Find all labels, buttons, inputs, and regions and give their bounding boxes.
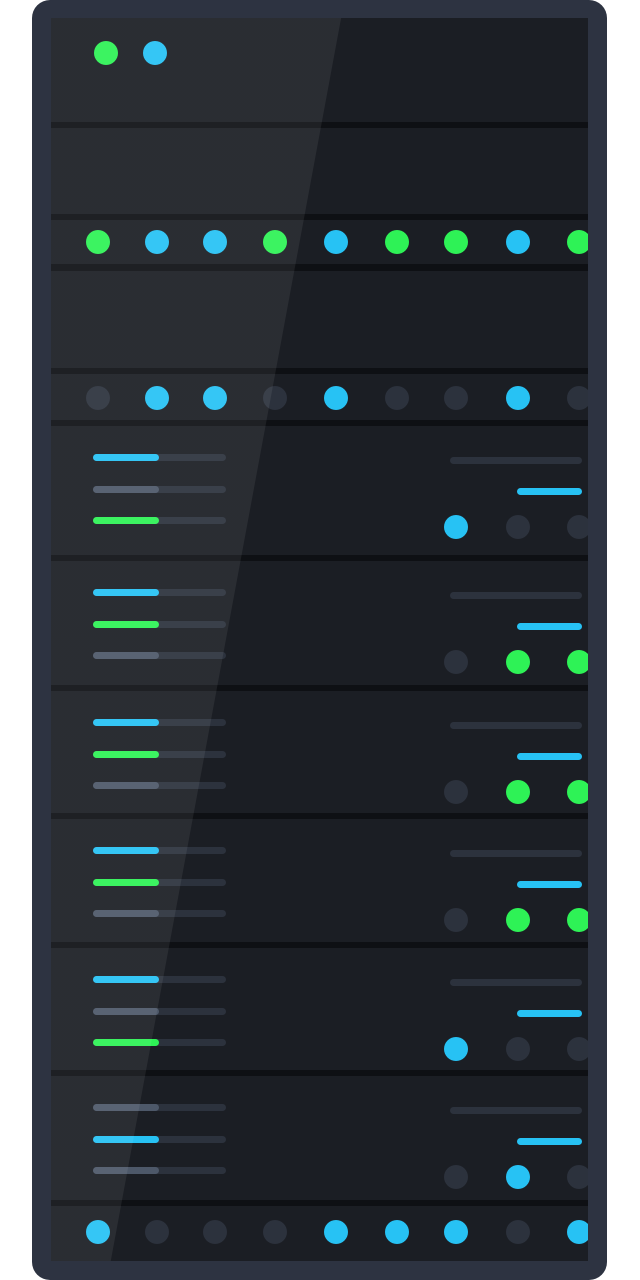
drive-bar-green bbox=[93, 750, 159, 758]
drive-led-green bbox=[567, 650, 588, 674]
indicator-led-off bbox=[203, 1220, 227, 1244]
indicator-led-off bbox=[263, 386, 287, 410]
drive-bar-blue bbox=[93, 1135, 159, 1143]
drive-led-off bbox=[567, 515, 588, 539]
drive-activity-bar bbox=[517, 1137, 582, 1145]
indicator-led-blue bbox=[145, 386, 169, 410]
drive-led-off bbox=[444, 780, 468, 804]
drive-bar-blue bbox=[93, 846, 159, 854]
indicator-led-blue bbox=[444, 1220, 468, 1244]
indicator-led-blue bbox=[324, 1220, 348, 1244]
indicator-led-blue bbox=[145, 230, 169, 254]
drive-label-bar bbox=[450, 978, 582, 986]
blank-unit-1 bbox=[51, 128, 588, 214]
drive-activity-bar bbox=[517, 487, 582, 495]
blank-unit-2 bbox=[51, 271, 588, 368]
indicator-led-off bbox=[385, 386, 409, 410]
drive-bar-green bbox=[93, 878, 159, 886]
indicator-led-green bbox=[567, 230, 588, 254]
drive-led-off bbox=[444, 650, 468, 674]
drive-bar-green bbox=[93, 620, 159, 628]
indicator-led-green bbox=[444, 230, 468, 254]
drive-label-bar bbox=[450, 849, 582, 857]
drive-bar-gray bbox=[93, 781, 159, 789]
indicator-led-blue bbox=[506, 386, 530, 410]
indicator-led-green bbox=[86, 230, 110, 254]
drive-label-bar bbox=[450, 1106, 582, 1114]
drive-bar-blue bbox=[93, 588, 159, 596]
drive-led-off bbox=[506, 515, 530, 539]
drive-activity-bar bbox=[517, 880, 582, 888]
indicator-led-off bbox=[506, 1220, 530, 1244]
indicator-led-blue bbox=[567, 1220, 588, 1244]
drive-led-off bbox=[444, 908, 468, 932]
drive-bar-gray bbox=[93, 651, 159, 659]
drive-bar-gray bbox=[93, 1007, 159, 1015]
drive-led-green bbox=[506, 650, 530, 674]
drive-bar-gray bbox=[93, 1166, 159, 1174]
indicator-led-green bbox=[385, 230, 409, 254]
status-led-blue bbox=[143, 41, 167, 65]
drive-led-green bbox=[506, 780, 530, 804]
drive-led-green bbox=[506, 908, 530, 932]
drive-led-blue bbox=[506, 1165, 530, 1189]
drive-bar-green bbox=[93, 516, 159, 524]
drive-bar-gray bbox=[93, 1103, 159, 1111]
drive-activity-bar bbox=[517, 752, 582, 760]
indicator-led-blue bbox=[506, 230, 530, 254]
drive-bar-blue bbox=[93, 975, 159, 983]
drive-bar-blue bbox=[93, 453, 159, 461]
indicator-led-blue bbox=[385, 1220, 409, 1244]
drive-led-off bbox=[506, 1037, 530, 1061]
drive-label-bar bbox=[450, 721, 582, 729]
drive-led-off bbox=[567, 1037, 588, 1061]
indicator-led-off bbox=[263, 1220, 287, 1244]
indicator-led-blue bbox=[324, 230, 348, 254]
drive-led-off bbox=[567, 1165, 588, 1189]
drive-label-bar bbox=[450, 591, 582, 599]
indicator-led-off bbox=[145, 1220, 169, 1244]
indicator-led-blue bbox=[203, 386, 227, 410]
indicator-led-blue bbox=[324, 386, 348, 410]
indicator-led-off bbox=[86, 386, 110, 410]
indicator-led-off bbox=[567, 386, 588, 410]
drive-led-blue bbox=[444, 1037, 468, 1061]
indicator-led-green bbox=[263, 230, 287, 254]
indicator-led-blue bbox=[203, 230, 227, 254]
drive-bar-gray bbox=[93, 485, 159, 493]
drive-led-off bbox=[444, 1165, 468, 1189]
drive-led-green bbox=[567, 908, 588, 932]
drive-bar-gray bbox=[93, 909, 159, 917]
status-led-green bbox=[94, 41, 118, 65]
top-unit bbox=[51, 18, 588, 122]
drive-label-bar bbox=[450, 456, 582, 464]
indicator-led-off bbox=[444, 386, 468, 410]
server-rack bbox=[32, 0, 607, 1280]
drive-bar-green bbox=[93, 1038, 159, 1046]
drive-bar-blue bbox=[93, 718, 159, 726]
drive-led-blue bbox=[444, 515, 468, 539]
rack-chassis bbox=[51, 18, 588, 1261]
drive-activity-bar bbox=[517, 1009, 582, 1017]
indicator-led-blue bbox=[86, 1220, 110, 1244]
drive-led-green bbox=[567, 780, 588, 804]
drive-activity-bar bbox=[517, 622, 582, 630]
